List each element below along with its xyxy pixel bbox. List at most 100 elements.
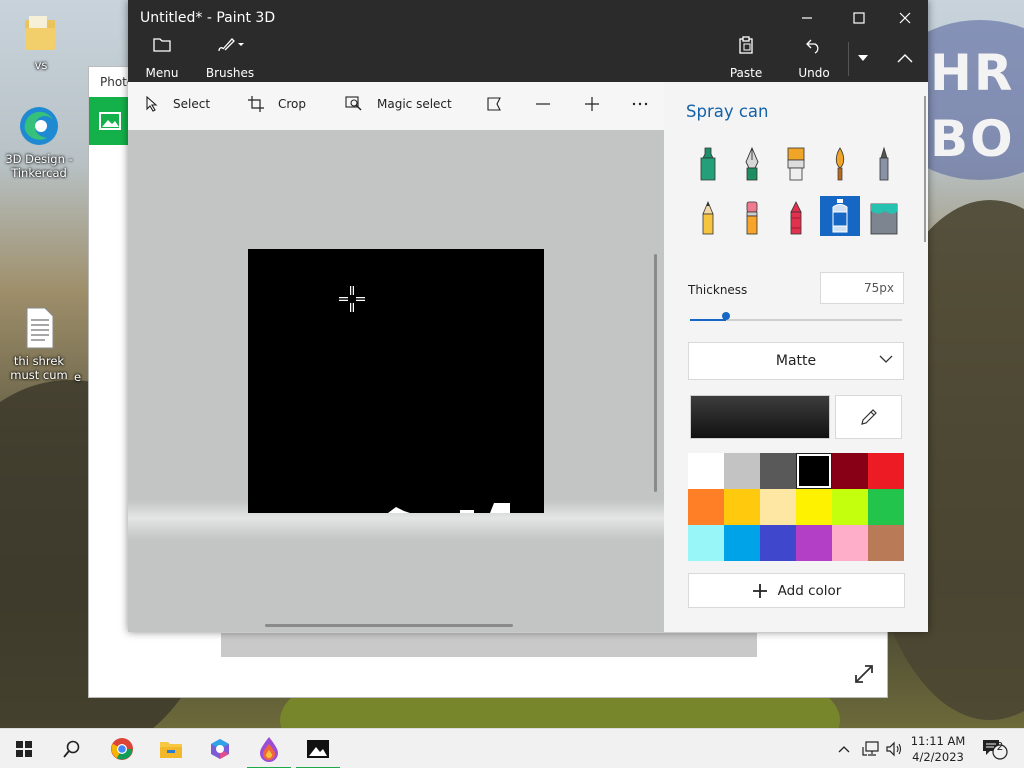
color-swatch[interactable] (868, 453, 904, 489)
marker-icon (700, 147, 716, 181)
brush-oil[interactable] (776, 144, 816, 184)
magic-select-tool[interactable]: Magic select (345, 96, 452, 112)
search-button[interactable] (48, 729, 96, 768)
close-button[interactable] (882, 4, 928, 32)
wallpaper-text: HR (930, 44, 1015, 102)
network-button[interactable] (862, 729, 880, 768)
history-dropdown-button[interactable] (846, 42, 880, 74)
color-swatch[interactable] (832, 489, 868, 525)
thickness-input[interactable]: 75px (820, 272, 904, 304)
watercolor-icon (835, 147, 845, 181)
color-swatch[interactable] (868, 489, 904, 525)
crop-tool[interactable]: Crop (248, 96, 306, 112)
start-button[interactable] (0, 729, 48, 768)
calligraphy-pen-icon (745, 146, 759, 181)
color-swatch[interactable] (832, 525, 868, 561)
paste-button[interactable]: Paste (730, 36, 762, 80)
notification-icon (983, 740, 1008, 760)
brush-fill[interactable] (864, 198, 904, 238)
color-swatch[interactable] (688, 525, 724, 561)
eyedropper-button[interactable] (835, 395, 902, 439)
brush-watercolor[interactable] (820, 144, 860, 184)
panel-title: Spray can (686, 102, 769, 121)
drawing-canvas[interactable] (248, 249, 544, 513)
plus-icon (752, 583, 767, 598)
taskbar-copilot[interactable] (196, 729, 244, 768)
photos-image-tab[interactable] (89, 97, 131, 145)
search-icon (63, 740, 80, 758)
zoom-out-button[interactable] (535, 96, 551, 112)
maximize-button[interactable] (836, 4, 882, 32)
add-color-button[interactable]: Add color (688, 573, 905, 608)
color-swatch[interactable] (724, 489, 760, 525)
maximize-icon (853, 12, 865, 24)
finish-value: Matte (775, 353, 817, 369)
folder-icon (153, 38, 171, 52)
windows-logo-icon (16, 741, 32, 757)
collapse-toolbar-button[interactable] (886, 42, 924, 74)
color-swatch[interactable] (796, 489, 832, 525)
notification-center-button[interactable]: 2 (982, 729, 1008, 768)
desktop-icon-vs[interactable]: vs (2, 10, 80, 72)
current-color-swatch[interactable] (690, 395, 830, 439)
taskbar-clock[interactable]: 11:11 AM 4/2/2023 (906, 733, 970, 765)
color-swatch[interactable] (760, 453, 796, 489)
folder-icon (19, 10, 63, 54)
finish-dropdown[interactable]: Matte (688, 342, 904, 380)
panel-scrollbar[interactable] (924, 96, 926, 242)
brush-marker[interactable] (688, 144, 728, 184)
taskbar-file-explorer[interactable] (147, 729, 195, 768)
edge-icon (17, 104, 61, 148)
select-tool[interactable]: Select (145, 96, 210, 112)
color-swatch[interactable] (832, 453, 868, 489)
speaker-icon (886, 741, 902, 757)
brushes-button[interactable]: Brushes (206, 36, 254, 80)
desktop-icon-tinkercad[interactable]: 3D Design - Tinkercad (0, 104, 78, 180)
brush-calligraphy-pen[interactable] (732, 144, 772, 184)
close-icon (899, 12, 911, 24)
minus-icon (536, 103, 550, 105)
desktop-icon-text-file[interactable]: thi shrek must cum (0, 306, 78, 382)
menu-button[interactable]: Menu (146, 36, 178, 80)
vertical-scrollbar[interactable] (654, 254, 657, 492)
more-options-button[interactable] (632, 96, 648, 112)
taskbar-chrome[interactable] (98, 729, 146, 768)
select-label: Select (173, 97, 211, 111)
color-swatch[interactable] (796, 453, 832, 489)
thickness-slider-thumb[interactable] (722, 312, 731, 320)
brush-eraser[interactable] (732, 198, 772, 238)
show-hidden-icons-button[interactable] (838, 729, 850, 768)
brush-pencil[interactable] (688, 198, 728, 238)
color-swatch[interactable] (688, 489, 724, 525)
color-swatch[interactable] (760, 489, 796, 525)
canvas-overlay (339, 286, 510, 513)
flag-icon (487, 97, 501, 111)
thickness-label: Thickness (688, 283, 748, 297)
color-swatch[interactable] (724, 525, 760, 561)
desktop-icon-label: thi shrek must cum (10, 354, 68, 382)
notification-count: 2 (996, 741, 1004, 753)
file-explorer-icon (160, 742, 182, 758)
brush-spray-can[interactable] (820, 196, 860, 236)
taskbar-photos[interactable] (294, 729, 342, 768)
workspace[interactable] (128, 130, 664, 632)
color-swatch[interactable] (724, 453, 760, 489)
horizontal-scrollbar[interactable] (265, 624, 513, 627)
color-swatch[interactable] (688, 453, 724, 489)
copilot-icon (211, 739, 229, 759)
oil-brush-icon (787, 147, 805, 181)
photos-filmstrip (221, 633, 757, 657)
menu-label: Menu (145, 66, 179, 80)
taskbar-paint3d[interactable] (245, 729, 293, 768)
minimize-button[interactable] (784, 4, 830, 32)
volume-button[interactable] (885, 729, 903, 768)
flip-tool[interactable] (486, 96, 504, 112)
undo-button[interactable]: Undo (798, 36, 830, 80)
expand-icon[interactable] (853, 663, 875, 685)
brush-crayon[interactable] (776, 198, 816, 238)
color-swatch[interactable] (796, 525, 832, 561)
brush-pixel-pen[interactable] (864, 144, 904, 184)
color-swatch[interactable] (868, 525, 904, 561)
color-swatch[interactable] (760, 525, 796, 561)
zoom-in-button[interactable] (584, 96, 600, 112)
